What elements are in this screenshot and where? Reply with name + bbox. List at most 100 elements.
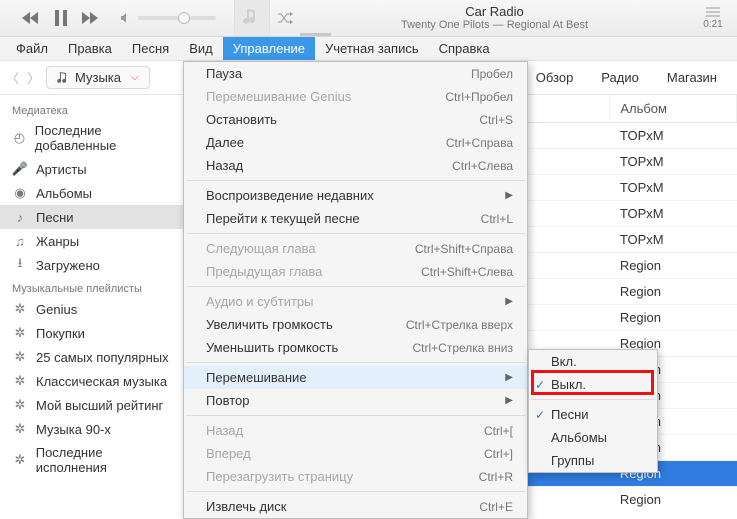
menu-item-label: Воспроизведение недавних [206, 188, 374, 203]
sidebar-item[interactable]: 🎤Артисты [0, 157, 187, 181]
sidebar-item-label: Покупки [36, 326, 85, 341]
menu-bar: ФайлПравкаПесняВидУправлениеУчетная запи… [0, 37, 737, 61]
nav-back-button[interactable]: 〈 [6, 68, 19, 87]
menu-вид[interactable]: Вид [179, 37, 223, 60]
menu-item[interactable]: Воспроизведение недавних ▶ [184, 184, 527, 207]
shuffle-indicator[interactable] [270, 0, 300, 36]
menu-icon[interactable] [706, 7, 720, 17]
submenu-arrow-icon: ▶ [505, 190, 513, 201]
sidebar-item[interactable]: ⭳ Загружено [0, 253, 187, 277]
menu-item: Следующая глава Ctrl+Shift+Справа [184, 237, 527, 260]
submenu-arrow-icon: ▶ [505, 395, 513, 406]
menu-item[interactable]: ДалееCtrl+Справа [184, 131, 527, 154]
menu-separator [186, 415, 525, 416]
prev-button[interactable] [22, 11, 40, 25]
sidebar: Медиатека◴Последние добавленные🎤Артисты◉… [0, 95, 188, 507]
cell: Region [610, 279, 737, 305]
menu-item[interactable]: Альбомы [529, 426, 657, 449]
gear-icon: ✲ [12, 421, 28, 437]
music-icon [57, 72, 69, 84]
menu-item: ВпередCtrl+] [184, 442, 527, 465]
menu-item-label: Перемешивание [206, 370, 307, 385]
menu-shortcut: Ctrl+Стрелка вниз [412, 341, 513, 355]
tab-радио[interactable]: Радио [601, 70, 639, 85]
sidebar-item-label: Песни [36, 210, 74, 225]
sidebar-item[interactable]: ✲ Музыка 90-х [0, 417, 187, 441]
note-icon: ♪ [12, 209, 28, 225]
sidebar-item[interactable]: ◉Альбомы [0, 181, 187, 205]
menu-справка[interactable]: Справка [429, 37, 500, 60]
sidebar-item[interactable]: ✲Классическая музыка [0, 369, 187, 393]
sidebar-item[interactable]: ◴Последние добавленные [0, 119, 187, 157]
gear-icon: ✲ [12, 349, 28, 365]
chevron-down-icon: ⌵ [131, 72, 139, 83]
menu-item[interactable]: Повтор▶ [184, 389, 527, 412]
submenu-arrow-icon: ▶ [505, 372, 513, 383]
menu-item[interactable]: Вкл. [529, 350, 657, 373]
menu-item-label: Перейти к текущей песне [206, 211, 360, 226]
volume-slider[interactable] [138, 16, 216, 20]
menu-item[interactable]: Уменьшить громкостьCtrl+Стрелка вниз [184, 336, 527, 359]
menu-item: Аудио и субтитры▶ [184, 290, 527, 313]
menu-item[interactable]: Перейти к текущей песнеCtrl+L [184, 207, 527, 230]
menu-item[interactable]: Перемешивание ▶ [184, 366, 527, 389]
menu-item-label: Перемешивание Genius [206, 89, 351, 104]
pause-button[interactable] [54, 10, 68, 26]
elapsed-time: 0:21 [703, 19, 722, 30]
menu-separator [186, 491, 525, 492]
sidebar-item[interactable]: ♫Жанры [0, 229, 187, 253]
menu-shortcut: Ctrl+Shift+Справа [415, 242, 513, 256]
menu-песня[interactable]: Песня [122, 37, 179, 60]
cell: Region [610, 253, 737, 279]
menu-item[interactable]: ✓Выкл. [529, 373, 657, 396]
sidebar-item-label: Музыка 90-х [36, 422, 111, 437]
progress-bar[interactable] [300, 33, 331, 36]
sidebar-item[interactable]: ✲Genius [0, 297, 187, 321]
menu-item-label: Далее [206, 135, 244, 150]
menu-item[interactable]: Группы [529, 449, 657, 472]
now-playing-title: Car Radio [465, 4, 524, 20]
tab-магазин[interactable]: Магазин [667, 70, 717, 85]
next-button[interactable] [82, 11, 100, 25]
menu-item-label: Пауза [206, 66, 242, 81]
menu-shortcut: Ctrl+Стрелка вверх [406, 318, 513, 332]
menu-separator [186, 286, 525, 287]
nav-forward-button[interactable]: 〉 [27, 68, 40, 87]
sidebar-item-label: Загружено [36, 258, 100, 273]
shuffle-submenu: Вкл.✓Выкл. ✓ПесниАльбомы Группы [528, 349, 658, 473]
menu-item-label: Вперед [206, 446, 251, 461]
menu-item-label: Следующая глава [206, 241, 316, 256]
menu-item-label: Группы [551, 453, 594, 468]
sidebar-item[interactable]: ♪ Песни [0, 205, 187, 229]
menu-item[interactable]: ОстановитьCtrl+S [184, 108, 527, 131]
sidebar-item-label: Мой высший рейтинг [36, 398, 163, 413]
menu-item[interactable]: ✓Песни [529, 403, 657, 426]
mic-icon: 🎤 [12, 161, 28, 177]
menu-separator [186, 362, 525, 363]
menu-учетная запись[interactable]: Учетная запись [315, 37, 429, 60]
sidebar-heading: Музыкальные плейлисты [0, 277, 187, 297]
sidebar-item[interactable]: ✲Покупки [0, 321, 187, 345]
now-playing: Car Radio Twenty One Pilots — Regional A… [234, 0, 737, 36]
menu-item: Перезагрузить страницуCtrl+R [184, 465, 527, 488]
menu-item[interactable]: НазадCtrl+Слева [184, 154, 527, 177]
menu-shortcut: Пробел [471, 67, 513, 81]
menu-правка[interactable]: Правка [58, 37, 122, 60]
sidebar-item[interactable]: ✲ 25 самых популярных [0, 345, 187, 369]
sidebar-item[interactable]: ✲Последние исполнения [0, 441, 187, 479]
col-album[interactable]: Альбом [610, 95, 737, 123]
sidebar-item[interactable]: ✲Мой высший рейтинг [0, 393, 187, 417]
menu-item[interactable]: Увеличить громкость Ctrl+Стрелка вверх [184, 313, 527, 336]
sidebar-item-label: 25 самых популярных [36, 350, 169, 365]
library-picker[interactable]: Музыка ⌵ [46, 66, 150, 89]
check-icon: ✓ [535, 408, 545, 422]
volume-control[interactable] [120, 12, 216, 24]
menu-item: НазадCtrl+[ [184, 419, 527, 442]
menu-item-label: Назад [206, 423, 243, 438]
menu-item-label: Увеличить громкость [206, 317, 333, 332]
menu-управление[interactable]: Управление [223, 37, 315, 60]
download-icon: ⭳ [12, 257, 28, 273]
tab-обзор[interactable]: Обзор [536, 70, 574, 85]
menu-item[interactable]: Пауза Пробел [184, 62, 527, 85]
menu-файл[interactable]: Файл [6, 37, 58, 60]
